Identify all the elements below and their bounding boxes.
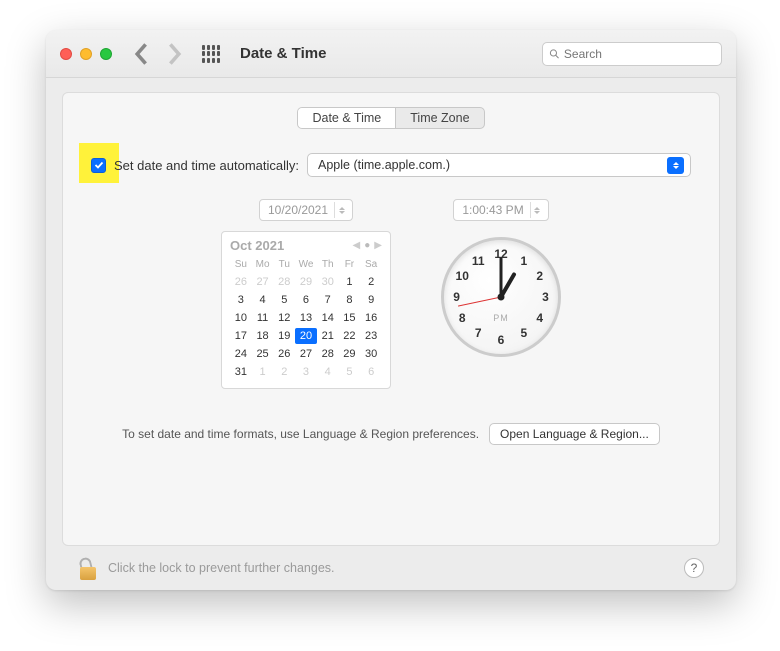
cal-next-icon[interactable]: ▶	[374, 240, 382, 251]
preferences-window: Date & Time Date & Time Time Zone Set da…	[46, 30, 736, 590]
cal-prev-icon[interactable]: ◀	[353, 240, 361, 251]
calendar-day[interactable]: 24	[230, 346, 252, 362]
cal-today-icon[interactable]: ●	[364, 240, 370, 251]
lock-icon[interactable]	[78, 556, 98, 580]
window-title: Date & Time	[240, 45, 326, 62]
calendar-day[interactable]: 20	[295, 328, 317, 344]
calendar-day[interactable]: 12	[273, 310, 295, 326]
auto-datetime-label: Set date and time automatically:	[114, 158, 299, 173]
time-stepper[interactable]: 1:00:43 PM	[453, 199, 548, 221]
clock-pivot	[498, 294, 505, 301]
calendar-day-off: 5	[339, 364, 361, 380]
calendar-day[interactable]: 14	[317, 310, 339, 326]
tab-time-zone[interactable]: Time Zone	[395, 108, 483, 128]
calendar-dow: Tu	[273, 257, 295, 272]
stepper-arrows-icon	[530, 202, 544, 218]
calendar-day[interactable]: 5	[273, 292, 295, 308]
calendar-day[interactable]: 13	[295, 310, 317, 326]
calendar-day-off: 26	[230, 274, 252, 290]
lock-hint-text: Click the lock to prevent further change…	[108, 561, 335, 575]
calendar-dow: Sa	[360, 257, 382, 272]
calendar-day[interactable]: 6	[295, 292, 317, 308]
calendar-dow: Mo	[252, 257, 274, 272]
stepper-arrows-icon	[334, 202, 348, 218]
calendar-day[interactable]: 26	[273, 346, 295, 362]
calendar-day[interactable]: 11	[252, 310, 274, 326]
calendar-day[interactable]: 18	[252, 328, 274, 344]
calendar-day[interactable]: 1	[339, 274, 361, 290]
calendar-day-off: 27	[252, 274, 274, 290]
calendar-day-off: 3	[295, 364, 317, 380]
calendar-dow: Th	[317, 257, 339, 272]
footer: Click the lock to prevent further change…	[62, 546, 720, 590]
calendar-day[interactable]: 2	[360, 274, 382, 290]
checkmark-icon	[94, 160, 104, 170]
calendar-day[interactable]: 9	[360, 292, 382, 308]
calendar-day[interactable]: 7	[317, 292, 339, 308]
calendar-day[interactable]: 15	[339, 310, 361, 326]
format-hint-text: To set date and time formats, use Langua…	[122, 427, 479, 441]
calendar-day-off: 6	[360, 364, 382, 380]
time-server-value: Apple (time.apple.com.)	[318, 158, 450, 172]
minimize-icon[interactable]	[80, 48, 92, 60]
search-input[interactable]	[564, 47, 715, 61]
calendar-day[interactable]: 31	[230, 364, 252, 380]
calendar-day[interactable]: 8	[339, 292, 361, 308]
time-server-select[interactable]: Apple (time.apple.com.)	[307, 153, 691, 177]
open-language-region-button[interactable]: Open Language & Region...	[489, 423, 660, 445]
zoom-icon[interactable]	[100, 48, 112, 60]
tab-date-time[interactable]: Date & Time	[298, 108, 395, 128]
time-value: 1:00:43 PM	[462, 203, 523, 217]
calendar-day-off: 1	[252, 364, 274, 380]
forward-button	[162, 42, 186, 66]
date-value: 10/20/2021	[268, 203, 328, 217]
minute-hand	[500, 257, 503, 297]
calendar-day[interactable]: 28	[317, 346, 339, 362]
search-field[interactable]	[542, 42, 722, 66]
calendar-day[interactable]: 30	[360, 346, 382, 362]
calendar-day-off: 4	[317, 364, 339, 380]
calendar-day[interactable]: 16	[360, 310, 382, 326]
calendar-day[interactable]: 23	[360, 328, 382, 344]
calendar-day-off: 29	[295, 274, 317, 290]
calendar-day[interactable]: 27	[295, 346, 317, 362]
search-icon	[549, 48, 560, 60]
calendar-day[interactable]: 4	[252, 292, 274, 308]
calendar[interactable]: Oct 2021 ◀ ● ▶ SuMoTuWeThFrSa26272829301…	[221, 231, 391, 389]
date-stepper[interactable]: 10/20/2021	[259, 199, 353, 221]
calendar-nav[interactable]: ◀ ● ▶	[353, 240, 382, 251]
calendar-day[interactable]: 25	[252, 346, 274, 362]
tab-group: Date & Time Time Zone	[297, 107, 484, 129]
calendar-dow: Su	[230, 257, 252, 272]
calendar-dow: Fr	[339, 257, 361, 272]
main-panel: Date & Time Time Zone Set date and time …	[62, 92, 720, 546]
calendar-dow: We	[295, 257, 317, 272]
calendar-day-off: 2	[273, 364, 295, 380]
second-hand	[458, 297, 501, 307]
calendar-grid: SuMoTuWeThFrSa26272829301234567891011121…	[230, 257, 382, 380]
calendar-day[interactable]: 29	[339, 346, 361, 362]
calendar-day[interactable]: 17	[230, 328, 252, 344]
clock-ampm: PM	[493, 313, 509, 323]
calendar-day-off: 30	[317, 274, 339, 290]
back-button[interactable]	[130, 42, 154, 66]
calendar-month-label: Oct 2021	[230, 238, 284, 253]
show-all-icon[interactable]	[202, 45, 220, 63]
titlebar: Date & Time	[46, 30, 736, 78]
auto-datetime-checkbox[interactable]	[91, 158, 106, 173]
close-icon[interactable]	[60, 48, 72, 60]
calendar-day[interactable]: 21	[317, 328, 339, 344]
dropdown-arrows-icon	[667, 157, 684, 174]
calendar-day[interactable]: 19	[273, 328, 295, 344]
analog-clock: 12 1 2 3 4 5 6 7 8 9 10 11 PM	[441, 237, 561, 357]
help-button[interactable]: ?	[684, 558, 704, 578]
calendar-day[interactable]: 22	[339, 328, 361, 344]
calendar-day[interactable]: 3	[230, 292, 252, 308]
calendar-day[interactable]: 10	[230, 310, 252, 326]
calendar-day-off: 28	[273, 274, 295, 290]
window-controls	[60, 48, 112, 60]
